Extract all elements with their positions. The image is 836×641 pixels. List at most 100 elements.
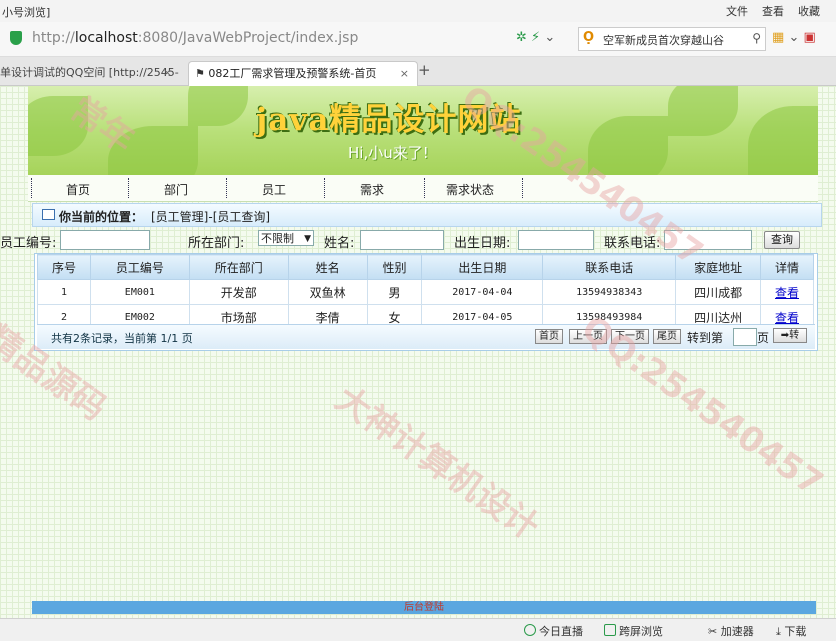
pagination-info: 共有2条记录，当前第 1/1 页 [51,332,193,345]
close-icon[interactable]: × [163,61,172,85]
search-text: 空军新成员首次穿越山谷 [603,34,724,47]
status-label: 今日直播 [539,625,583,638]
close-icon[interactable]: × [400,62,409,86]
goto-label: 转到第 [687,331,724,345]
leaf-decoration [108,126,198,175]
page-viewport: java精品设计网站 Hi,小u来了! 首页 部门 员工 需求 需求状态 你当前… [0,78,836,618]
nav-divider [522,178,524,198]
nav-item-demand[interactable]: 需求 [324,181,420,198]
tab-label: 082工厂需求管理及预警系统-首页 [208,67,377,80]
window-title: 小号浏览] [2,6,51,19]
tab-bar: 单设计调试的QQ空间 [http://2545- × ⚑ 082工厂需求管理及预… [0,57,836,86]
address-icons: ✲ ⚡ ⌄ [516,30,555,45]
search-icon[interactable]: ⚲ [752,31,761,45]
address-bar: http://localhost:8080/JavaWebProject/ind… [0,22,836,57]
chevron-down-icon[interactable]: ⌄ [544,30,555,45]
employee-table-panel: 序号 员工编号 所在部门 姓名 性别 出生日期 联系电话 家庭地址 详情 1 E… [34,253,818,351]
page-unit-label: 页 [757,331,770,345]
breadcrumb-label: 你当前的位置： [59,210,144,224]
table-header-row: 序号 员工编号 所在部门 姓名 性别 出生日期 联系电话 家庭地址 详情 [37,254,814,280]
extension-icon[interactable]: ▣ [803,30,815,45]
cell-index: 1 [37,279,91,305]
chevron-down-icon[interactable]: ⌄ [788,30,799,45]
leaf-decoration [668,86,738,136]
leaf-decoration [28,96,88,156]
admin-login-link[interactable]: 后台登陆 [32,601,816,614]
cell-phone: 13594938343 [542,279,677,305]
first-page-button[interactable]: 首页 [535,329,563,344]
search-form: 员工编号: 所在部门: 不限制 ▼ 姓名: 出生日期: 联系电话: 查询 [0,228,836,252]
url-prefix: http:// [32,30,75,46]
view-link[interactable]: 查看 [775,286,799,300]
phone-input[interactable] [664,230,752,250]
employee-no-label: 员工编号: [0,236,57,251]
cell-name: 双鱼林 [287,279,368,305]
prev-page-button[interactable]: 上一页 [569,329,607,344]
go-button[interactable]: ➡转 [773,328,807,343]
shield-icon [10,31,22,45]
menu-view[interactable]: 查看 [762,3,784,19]
extension-icons: ▦ ⌄ ▣ [772,30,816,45]
browser-status-bar: 今日直播 跨屏浏览 ✂ 加速器 ⤓ 下载 [0,618,836,641]
url-path: :8080/JavaWebProject/index.jsp [137,30,359,46]
nav-item-employee[interactable]: 员工 [226,181,322,198]
menu-file[interactable]: 文件 [726,3,748,19]
dept-select[interactable]: 不限制 ▼ [258,230,314,246]
cell-address: 四川成都 [675,279,761,305]
column-header: 家庭地址 [675,254,761,280]
flag-icon: ⚑ [195,67,205,80]
view-link[interactable]: 查看 [775,311,799,325]
live-today-item[interactable]: 今日直播 [524,623,583,639]
nav-item-department[interactable]: 部门 [128,181,224,198]
name-input[interactable] [360,230,444,250]
site-subtitle: Hi,小u来了! [348,144,429,162]
leaf-decoration [188,86,248,126]
column-header: 详情 [760,254,814,280]
gear-icon[interactable]: ✲ [516,30,527,45]
tab-home[interactable]: ⚑ 082工厂需求管理及预警系统-首页 × [188,61,418,86]
phone-label: 联系电话: [604,236,661,251]
table-row: 1 EM001 开发部 双鱼林 男 2017-04-04 13594938343… [37,279,814,305]
employee-table: 序号 员工编号 所在部门 姓名 性别 出生日期 联系电话 家庭地址 详情 1 E… [37,254,814,330]
site-title: java精品设计网站 [256,102,522,138]
apps-icon[interactable]: ▦ [772,30,784,45]
search-engine-icon: Ọ [583,30,595,45]
last-page-button[interactable]: 尾页 [653,329,681,344]
main-nav: 首页 部门 员工 需求 需求状态 [28,175,818,202]
cross-screen-item[interactable]: 跨屏浏览 [604,623,663,639]
query-button[interactable]: 查询 [764,231,800,249]
play-icon [524,624,536,636]
cell-action: 查看 [760,279,814,305]
window-icon [42,209,55,220]
pagination-bar: 共有2条记录，当前第 1/1 页 首页 上一页 下一页 尾页 转到第 页 ➡转 [37,324,815,349]
next-page-button[interactable]: 下一页 [611,329,649,344]
goto-page-input[interactable] [733,328,757,346]
birth-label: 出生日期: [454,236,511,251]
chevron-down-icon: ▼ [304,234,311,244]
menu-favorites[interactable]: 收藏 [798,3,820,19]
nav-item-demand-status[interactable]: 需求状态 [422,181,518,198]
status-label: 跨屏浏览 [619,625,663,638]
cell-dept: 开发部 [188,279,289,305]
cell-gender: 男 [366,279,423,305]
download-item[interactable]: ⤓ 下载 [776,623,806,639]
column-header: 所在部门 [188,254,289,280]
browser-search-box[interactable]: Ọ 空军新成员首次穿越山谷 ⚲ [578,27,766,51]
nav-item-home[interactable]: 首页 [30,181,126,198]
accelerator-item[interactable]: ✂ 加速器 [708,623,754,639]
breadcrumb: 你当前的位置： [员工管理]-[员工查询] [32,203,822,227]
tab-qq-space[interactable]: 单设计调试的QQ空间 [http://2545- × [0,61,180,85]
phone-icon [604,624,616,636]
lightning-icon[interactable]: ⚡ [531,30,540,45]
column-header: 员工编号 [89,254,190,280]
dept-selected: 不限制 [261,232,294,245]
column-header: 出生日期 [421,254,544,280]
column-header: 序号 [37,254,91,280]
column-header: 性别 [366,254,423,280]
new-tab-icon[interactable]: + [418,61,431,79]
url-host: localhost [74,30,138,46]
url-field[interactable]: http://localhost:8080/JavaWebProject/ind… [32,30,358,46]
birth-input[interactable] [518,230,594,250]
status-label: 下载 [784,625,807,638]
employee-no-input[interactable] [60,230,150,250]
